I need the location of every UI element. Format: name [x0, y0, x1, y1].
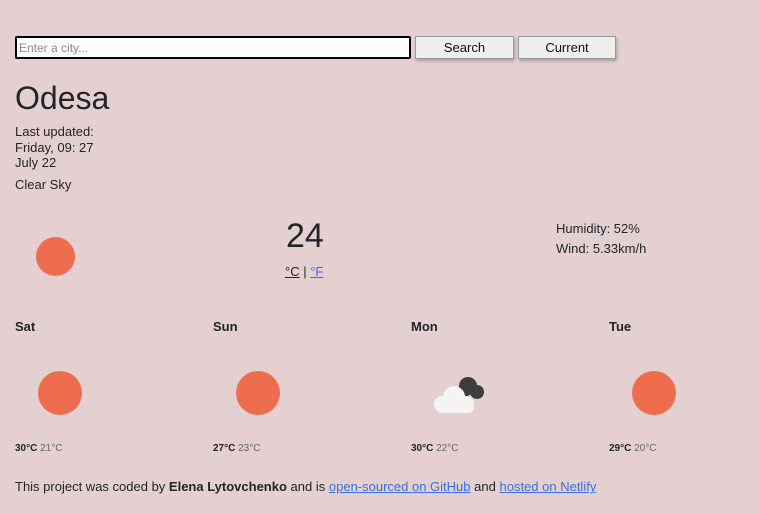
- forecast-day-name: Sat: [15, 319, 36, 334]
- sun-icon: [236, 371, 280, 415]
- sun-icon: [38, 371, 82, 415]
- wind-speed: Wind: 5.33km/h: [556, 241, 647, 256]
- forecast-day: Mon 30°C 22°C: [411, 319, 561, 459]
- forecast-temps: 30°C 21°C: [15, 443, 62, 454]
- footer-and: and: [474, 479, 496, 494]
- author-name: Elena Lytovchenko: [168, 479, 287, 494]
- forecast-min-temp: 21°C: [40, 443, 63, 454]
- forecast-day-name: Tue: [609, 319, 632, 334]
- netlify-link[interactable]: hosted on Netlify: [499, 479, 596, 494]
- last-updated-day-time: Friday, 09: 27: [15, 139, 94, 155]
- celsius-link[interactable]: °C: [285, 264, 300, 279]
- forecast-min-temp: 20°C: [634, 443, 657, 454]
- weather-details: Humidity: 52% Wind: 5.33km/h: [556, 219, 646, 259]
- fahrenheit-link[interactable]: °F: [310, 264, 323, 279]
- unit-toggle: °C | °F: [285, 264, 323, 279]
- forecast-temps: 30°C 22°C: [411, 443, 458, 454]
- search-button[interactable]: Search: [415, 36, 514, 59]
- forecast-max-temp: 29°C: [609, 443, 632, 454]
- github-link[interactable]: open-sourced on GitHub: [329, 479, 471, 494]
- forecast-temps: 27°C 23°C: [213, 443, 260, 454]
- footer-middle: and is: [290, 479, 326, 494]
- weather-description: Clear Sky: [15, 177, 72, 192]
- forecast-min-temp: 23°C: [238, 443, 261, 454]
- city-name: Odesa: [15, 80, 110, 116]
- cloud-icon: [434, 377, 484, 413]
- forecast-day: Tue 29°C 20°C: [609, 319, 759, 459]
- forecast-min-temp: 22°C: [436, 443, 459, 454]
- forecast-max-temp: 30°C: [411, 443, 434, 454]
- footer: This project was coded by Elena Lytovche…: [15, 479, 596, 494]
- city-search-input[interactable]: [15, 36, 411, 59]
- forecast-max-temp: 30°C: [15, 443, 38, 454]
- forecast-day-name: Mon: [411, 319, 438, 334]
- search-bar: Search Current: [15, 36, 616, 59]
- sun-icon: [36, 237, 75, 276]
- last-updated-label: Last updated:: [15, 124, 94, 139]
- forecast-temps: 29°C 20°C: [609, 443, 656, 454]
- forecast-max-temp: 27°C: [213, 443, 236, 454]
- forecast-day: Sat 30°C 21°C: [15, 319, 165, 459]
- forecast-day: Sun 27°C 23°C: [213, 319, 363, 459]
- unit-separator: |: [303, 264, 307, 279]
- humidity: Humidity: 52%: [556, 221, 640, 236]
- last-updated: Last updated: Friday, 09: 27 July 22: [15, 124, 94, 171]
- last-updated-date: July 22: [15, 155, 57, 170]
- current-temperature: 24: [286, 217, 324, 255]
- footer-prefix: This project was coded by: [15, 479, 166, 494]
- current-location-button[interactable]: Current: [518, 36, 616, 59]
- sun-icon: [632, 371, 676, 415]
- forecast-day-name: Sun: [213, 319, 238, 334]
